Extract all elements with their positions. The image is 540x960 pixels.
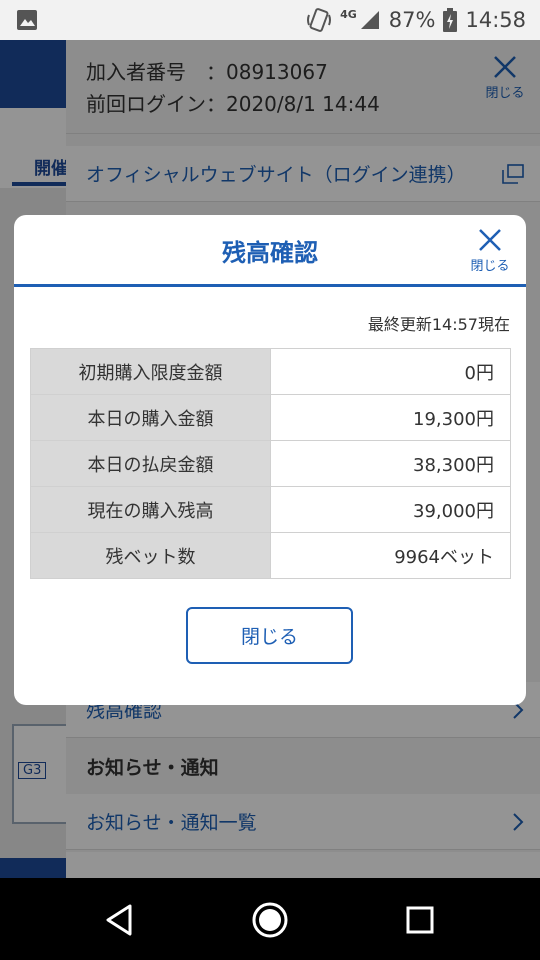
- signal-icon: [360, 11, 379, 29]
- table-row: 本日の購入金額 19,300円: [30, 394, 511, 441]
- dialog-close-label: 閉じる: [470, 259, 510, 274]
- row-label: 本日の購入金額: [30, 394, 271, 441]
- navigation-bar: [0, 878, 540, 960]
- row-value: 0円: [270, 348, 511, 395]
- vibrate-icon: [307, 8, 332, 32]
- table-row: 本日の払戻金額 38,300円: [30, 440, 511, 487]
- row-value: 19,300円: [270, 394, 511, 441]
- dialog-title: 残高確認: [222, 239, 318, 267]
- last-updated: 最終更新14:57現在: [367, 315, 510, 334]
- table-row: 初期購入限度金額 0円: [30, 348, 511, 395]
- dialog-header: 残高確認 閉じる: [14, 215, 526, 287]
- row-value: 9964ベット: [270, 532, 511, 579]
- back-icon[interactable]: [100, 900, 140, 940]
- table-row: 残ベット数 9964ベット: [30, 532, 511, 579]
- gallery-icon: [17, 10, 37, 30]
- row-value: 38,300円: [270, 440, 511, 487]
- dialog-close-button[interactable]: 閉じる: [466, 227, 514, 274]
- row-value: 39,000円: [270, 486, 511, 533]
- home-icon[interactable]: [250, 900, 290, 940]
- row-label: 本日の払戻金額: [30, 440, 271, 487]
- clock: 14:58: [465, 8, 526, 32]
- table-row: 現在の購入残高 39,000円: [30, 486, 511, 533]
- battery-charging-icon: [443, 8, 458, 32]
- close-button[interactable]: 閉じる: [186, 607, 353, 664]
- battery-percent: 87%: [388, 8, 436, 32]
- recents-icon[interactable]: [400, 900, 440, 940]
- close-icon: [479, 229, 501, 251]
- balance-table: 初期購入限度金額 0円 本日の購入金額 19,300円 本日の払戻金額 38,3…: [30, 348, 511, 579]
- row-label: 初期購入限度金額: [30, 348, 271, 395]
- balance-dialog: 残高確認 閉じる 最終更新14:57現在 初期購入限度金額 0円 本日の購入金額…: [14, 215, 526, 705]
- network-type: 4G: [340, 7, 357, 21]
- row-label: 残ベット数: [30, 532, 271, 579]
- status-bar: 4G 87% 14:58: [0, 0, 540, 40]
- row-label: 現在の購入残高: [30, 486, 271, 533]
